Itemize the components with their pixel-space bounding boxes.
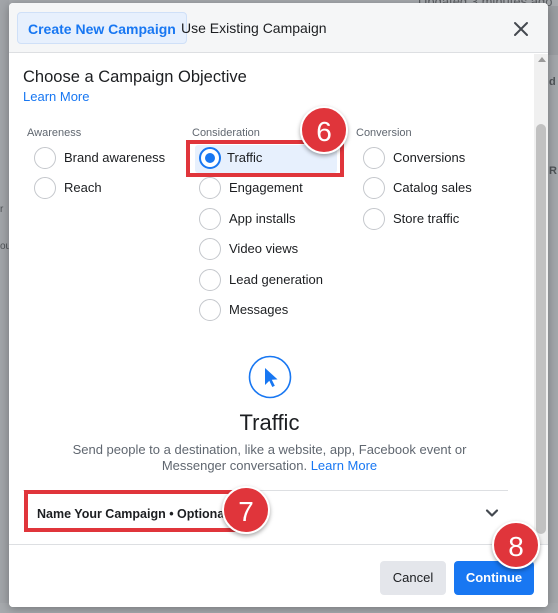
- cancel-button[interactable]: Cancel: [380, 561, 446, 595]
- description-learn-more-link[interactable]: Learn More: [311, 458, 377, 473]
- radio-button[interactable]: [199, 299, 221, 321]
- objective-lead-generation[interactable]: Lead generation: [199, 267, 339, 295]
- background-right-letter: R: [549, 165, 557, 177]
- objective-label: Messages: [229, 302, 289, 317]
- radio-button[interactable]: [363, 208, 385, 230]
- objective-label: Catalog sales: [393, 180, 472, 195]
- objective-brand-awareness[interactable]: Brand awareness: [34, 145, 174, 173]
- objective-label: Reach: [64, 180, 102, 195]
- radio-button[interactable]: [34, 147, 56, 169]
- tab-use-existing-campaign[interactable]: Use Existing Campaign: [171, 12, 337, 44]
- background-right-letter: d: [549, 76, 556, 88]
- selected-objective-description: Send people to a destination, like a web…: [69, 442, 470, 474]
- radio-button[interactable]: [363, 147, 385, 169]
- learn-more-link[interactable]: Learn More: [23, 89, 89, 104]
- radio-button[interactable]: [199, 208, 221, 230]
- column-heading-awareness: Awareness: [27, 127, 82, 139]
- close-icon[interactable]: [509, 17, 533, 41]
- dialog-footer: Cancel Continue: [9, 544, 548, 607]
- tab-create-new-campaign[interactable]: Create New Campaign: [17, 12, 187, 44]
- description-text: Send people to a destination, like a web…: [72, 442, 467, 473]
- cursor-pointer-icon: [248, 355, 292, 399]
- dialog-title: Choose a Campaign Objective: [23, 68, 247, 86]
- radio-button-checked[interactable]: [199, 147, 221, 169]
- objective-label: Lead generation: [229, 272, 323, 287]
- name-your-campaign-label: Name Your Campaign • Optional: [37, 507, 228, 521]
- objective-label: Conversions: [393, 150, 466, 165]
- radio-button[interactable]: [363, 177, 385, 199]
- objective-store-traffic[interactable]: Store traffic: [363, 206, 503, 234]
- radio-button[interactable]: [199, 269, 221, 291]
- objective-label: Video views: [229, 241, 299, 256]
- column-heading-consideration: Consideration: [192, 127, 260, 139]
- background-left-column: [0, 0, 9, 613]
- objective-reach[interactable]: Reach: [34, 175, 174, 203]
- background-left-letter: r: [0, 204, 4, 215]
- dialog-tabs: Create New Campaign Use Existing Campaig…: [9, 3, 548, 53]
- objective-label: Traffic: [227, 150, 263, 165]
- background-right-column: [548, 55, 558, 613]
- annotation-step-6: 6: [300, 106, 348, 154]
- annotation-step-7: 7: [222, 486, 270, 534]
- objective-label: Store traffic: [393, 211, 460, 226]
- scroll-up-arrow-icon[interactable]: [538, 57, 546, 62]
- annotation-step-8: 8: [492, 521, 540, 569]
- radio-button[interactable]: [34, 177, 56, 199]
- chevron-down-icon[interactable]: [485, 506, 499, 520]
- objective-label: Engagement: [229, 180, 303, 195]
- selected-objective-title: Traffic: [239, 410, 300, 435]
- radio-button[interactable]: [199, 238, 221, 260]
- scrollbar[interactable]: [534, 54, 548, 544]
- scrollbar-thumb[interactable]: [536, 124, 546, 534]
- objective-app-installs[interactable]: App installs: [199, 206, 339, 234]
- objective-label: Brand awareness: [64, 150, 166, 165]
- objective-messages[interactable]: Messages: [199, 297, 339, 325]
- radio-button[interactable]: [199, 177, 221, 199]
- objective-conversions[interactable]: Conversions: [363, 145, 503, 173]
- objective-engagement[interactable]: Engagement: [199, 175, 339, 203]
- campaign-objective-dialog: Create New Campaign Use Existing Campaig…: [9, 3, 548, 607]
- column-heading-conversion: Conversion: [356, 127, 412, 139]
- dialog-body: Choose a Campaign Objective Learn More A…: [9, 54, 534, 544]
- objective-catalog-sales[interactable]: Catalog sales: [363, 175, 503, 203]
- objective-video-views[interactable]: Video views: [199, 236, 339, 264]
- objective-label: App installs: [229, 211, 296, 226]
